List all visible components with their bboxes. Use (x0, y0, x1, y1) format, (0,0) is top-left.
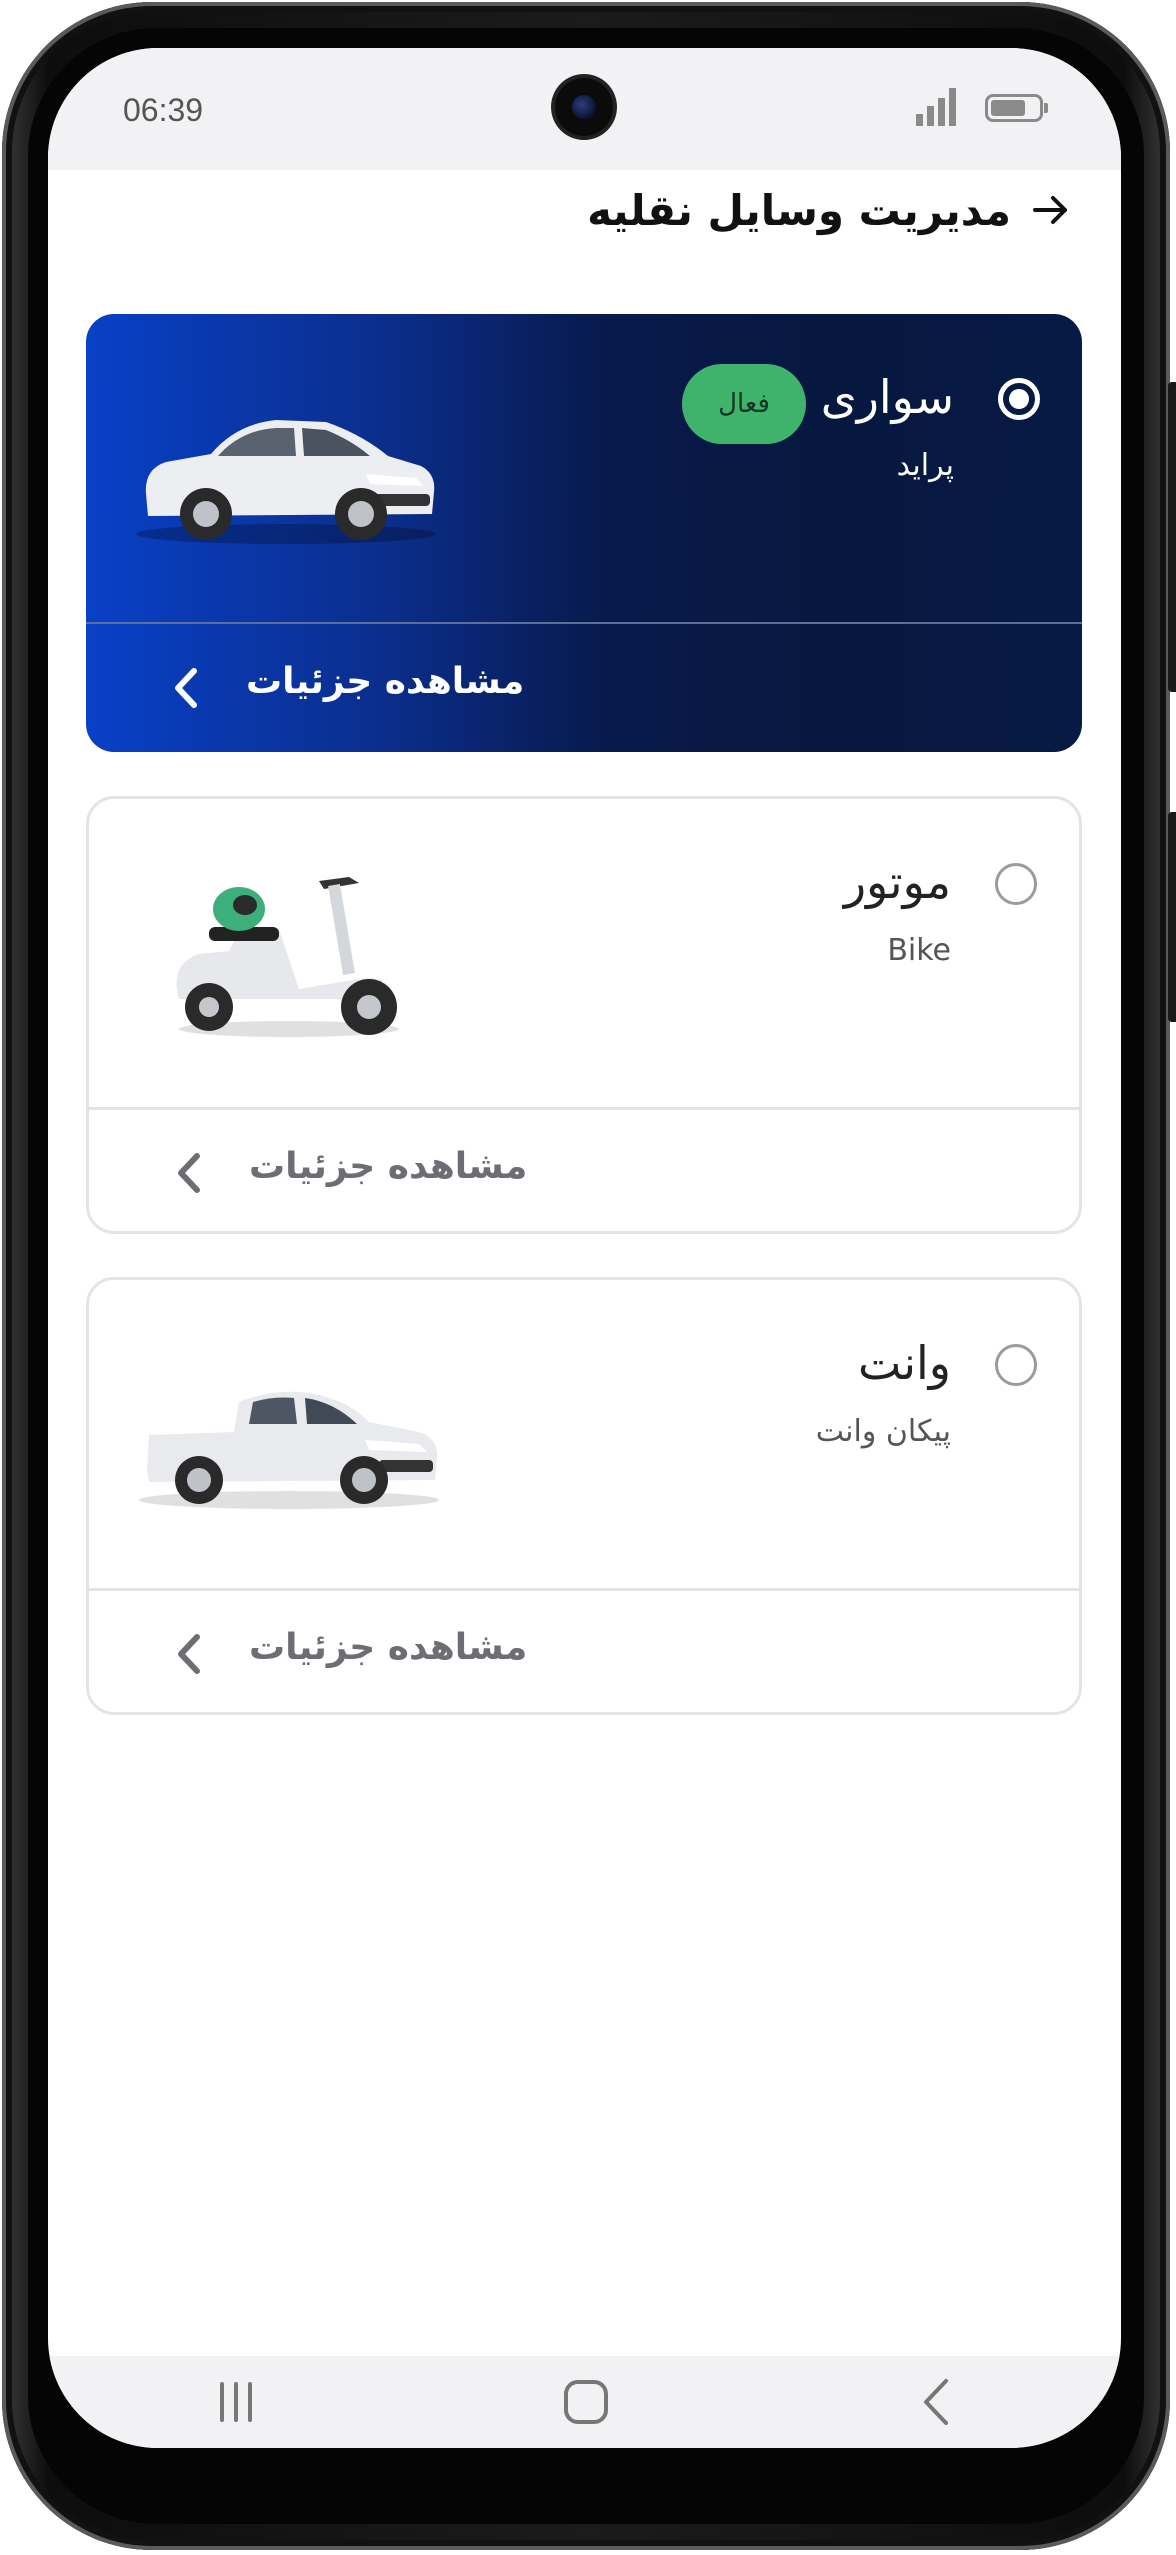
recent-apps-button[interactable] (196, 2370, 276, 2434)
view-details-row[interactable]: مشاهده جزئیات (89, 1110, 1079, 1231)
card-divider (86, 622, 1082, 624)
front-camera (555, 78, 613, 136)
recent-apps-icon (220, 2382, 252, 2422)
chevron-left-icon (175, 668, 197, 708)
home-icon (564, 2380, 608, 2424)
view-details-label: مشاهده جزئیات (249, 1146, 528, 1187)
back-arrow-button[interactable] (1021, 170, 1081, 250)
system-back-button[interactable] (898, 2370, 978, 2434)
vehicle-subtitle: Bike (887, 933, 951, 968)
screen: 06:39 مدیریت وسایل نقلیه سواری پراید فعا… (48, 48, 1121, 2448)
chevron-left-icon (178, 1153, 200, 1193)
scooter-icon (176, 877, 399, 1037)
back-chevron-icon (924, 2379, 948, 2425)
status-bar: 06:39 (48, 48, 1121, 170)
arrow-right-icon (1033, 196, 1067, 224)
vehicle-title: وانت (858, 1336, 951, 1390)
view-details-label: مشاهده جزئیات (249, 1627, 528, 1668)
view-details-row[interactable]: مشاهده جزئیات (89, 1591, 1079, 1712)
vehicle-card-sedan[interactable]: سواری پراید فعال مشاهده جزئیات (86, 314, 1082, 752)
vehicle-subtitle: پیکان وانت (815, 1414, 951, 1449)
system-nav-bar (48, 2356, 1121, 2448)
view-details-row[interactable]: مشاهده جزئیات (86, 625, 1082, 752)
vehicle-card-pickup[interactable]: وانت پیکان وانت مشاهده جزئیات (86, 1277, 1082, 1715)
app-header: مدیریت وسایل نقلیه (48, 170, 1121, 290)
battery-icon (985, 94, 1048, 122)
view-details-label: مشاهده جزئیات (246, 661, 525, 702)
signal-icon (916, 88, 956, 126)
radio-unselected[interactable] (995, 863, 1037, 905)
radio-unselected[interactable] (995, 1344, 1037, 1386)
vehicle-card-motorbike[interactable]: موتور Bike مشاهده جزئیات (86, 796, 1082, 1234)
vehicle-subtitle: پراید (896, 448, 954, 483)
status-badge: فعال (682, 364, 806, 444)
vehicle-title: موتور (843, 855, 951, 909)
chevron-left-icon (178, 1634, 200, 1674)
status-time: 06:39 (123, 92, 204, 128)
page-title: مدیریت وسایل نقلیه (587, 186, 1011, 235)
pickup-truck-icon (139, 1391, 439, 1509)
radio-selected[interactable] (998, 378, 1040, 420)
vehicle-title: سواری (820, 370, 954, 424)
power-button (1168, 812, 1176, 1022)
home-button[interactable] (546, 2370, 626, 2434)
volume-button (1168, 382, 1176, 692)
sedan-car-icon (136, 420, 436, 544)
